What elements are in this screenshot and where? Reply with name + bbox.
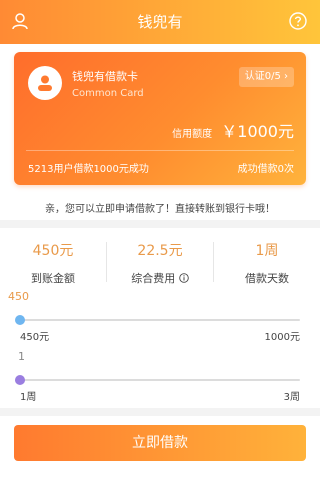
summary-term-label: 借款天数 [245, 272, 289, 285]
summary-amount-label: 到账金额 [31, 272, 75, 285]
summary-term-value: 1周 [255, 243, 279, 259]
summary-fee-label-wrap: 综合费用 [107, 270, 213, 286]
avatar [28, 66, 62, 100]
question-circle-icon[interactable] [288, 11, 308, 31]
loan-card: 钱兜有借款卡 Common Card 认证0/5 › 信用额度 ￥1000元 5… [14, 52, 306, 185]
summary-amount: 450元 到账金额 [0, 236, 106, 288]
summary-fee: 22.5元 综合费用 [107, 236, 213, 288]
summary-fee-label: 综合费用 [131, 272, 176, 285]
term-slider-track[interactable] [20, 379, 300, 381]
credit-amount: ￥1000元 [221, 122, 294, 141]
top-bar: 钱兜有 [0, 0, 320, 44]
card-stat-users: 5213用户借款1000元成功 [28, 164, 149, 175]
term-min-label: 1周 [20, 392, 37, 403]
card-divider [26, 150, 294, 151]
verify-label: 认证0/5 [244, 71, 281, 82]
credit-label: 信用额度 [172, 129, 213, 140]
verify-button[interactable]: 认证0/5 › [238, 67, 294, 87]
summary-fee-value: 22.5元 [137, 243, 183, 259]
section-divider [0, 220, 320, 228]
summary-amount-value: 450元 [32, 243, 74, 259]
term-current: 1 [18, 350, 25, 363]
amount-slider: 450 450元 1000元 [0, 290, 320, 345]
amount-min-label: 450元 [20, 332, 50, 343]
amount-current: 450 [8, 290, 29, 303]
card-stat-loans: 成功借款0次 [237, 164, 294, 175]
term-slider: 1 1周 3周 [0, 350, 320, 405]
section-divider [0, 408, 320, 416]
term-slider-thumb[interactable] [15, 375, 25, 385]
info-circle-icon[interactable] [178, 273, 189, 283]
term-max-label: 3周 [283, 392, 300, 403]
credit-limit: 信用额度 ￥1000元 [172, 118, 294, 142]
card-name: 钱兜有借款卡 [72, 70, 138, 83]
amount-slider-track[interactable] [20, 319, 300, 321]
apply-loan-button[interactable]: 立即借款 [14, 425, 306, 461]
app-title: 钱兜有 [137, 13, 183, 31]
amount-max-label: 1000元 [264, 332, 300, 343]
notice-text: 亲，您可以立即申请借款了！直接转账到银行卡哦！ [45, 204, 275, 215]
amount-slider-thumb[interactable] [15, 315, 25, 325]
card-subtitle: Common Card [72, 88, 144, 99]
chevron-right-icon: › [284, 71, 288, 82]
avatar-icon [38, 75, 52, 91]
summary-term: 1周 借款天数 [214, 236, 320, 288]
loan-summary: 450元 到账金额 22.5元 综合费用 1周 借款天数 [0, 236, 320, 288]
